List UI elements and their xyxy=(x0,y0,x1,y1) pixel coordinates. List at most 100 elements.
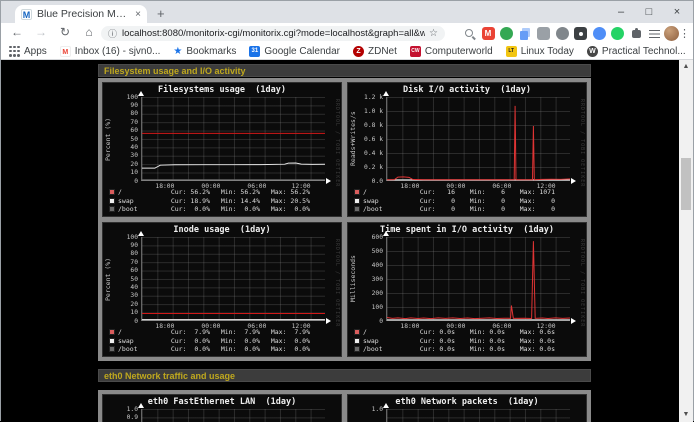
legend-cur: Cur: 0 xyxy=(405,205,455,213)
axis-right-arrow xyxy=(326,318,331,324)
site-info-icon[interactable]: ⓘ xyxy=(108,27,117,40)
bookmark-star-icon[interactable]: ☆ xyxy=(429,28,438,39)
legend-row: /Cur: 56.2%Min: 56.2%Max: 56.2% xyxy=(109,188,333,197)
scrollbar-up-arrow[interactable]: ▲ xyxy=(679,60,693,74)
y-tick: 50 xyxy=(103,136,138,143)
scrollbar[interactable]: ▲ ▼ xyxy=(679,60,693,422)
graph-disk-io-activity[interactable]: Disk I/O activity (1day)Reads+Writes/s1.… xyxy=(347,82,587,217)
apps-shortcut[interactable]: Apps xyxy=(9,46,47,57)
legend-swatch xyxy=(354,198,360,204)
legend-name: /boot xyxy=(363,345,405,353)
copy-pages-icon[interactable] xyxy=(519,27,532,40)
legend-swatch xyxy=(354,189,360,195)
y-tick: 60 xyxy=(103,267,138,274)
legend-cur: Cur: 0 xyxy=(405,197,455,205)
legend-max: Max: 0.0% xyxy=(260,205,310,213)
graph-legend: /Cur: 56.2%Min: 56.2%Max: 56.2%swapCur: … xyxy=(109,188,333,214)
bookmark-computerworld[interactable]: CW Computerworld xyxy=(410,46,493,57)
plot-area xyxy=(386,97,570,181)
browser-menu-icon[interactable]: ⋮ xyxy=(679,27,690,40)
y-tick: 1.0 xyxy=(103,406,138,413)
wordpress-icon: W xyxy=(587,46,598,57)
gmail-icon[interactable]: M xyxy=(482,27,495,40)
legend-max: Max: 7.9% xyxy=(260,328,310,336)
gmail-icon: M xyxy=(60,46,71,57)
green-sphere-icon[interactable] xyxy=(500,27,513,40)
back-button[interactable]: ← xyxy=(9,25,25,39)
axis-right-arrow xyxy=(326,178,331,184)
graph-eth0-packets[interactable]: eth0 Network packets (1day)Packets/s1.0 xyxy=(347,394,587,422)
legend-max: Max: 0.0% xyxy=(260,337,310,345)
browser-tab[interactable]: M Blue Precision Monitorix × xyxy=(15,5,147,23)
tune-icon[interactable] xyxy=(648,27,661,40)
legend-cur: Cur: 7.9% xyxy=(160,328,210,336)
star-icon: ★ xyxy=(173,46,182,57)
legend-row: /bootCur: 0.0%Min: 0.0%Max: 0.0% xyxy=(109,345,333,354)
axis-up-arrow xyxy=(138,403,144,408)
home-button[interactable]: ⌂ xyxy=(81,25,97,39)
legend-row: /Cur: 7.9%Min: 7.9%Max: 7.9% xyxy=(109,328,333,337)
eth0-graphs-grid: eth0 FastEthernet LAN (1day)bits/s1.00.9… xyxy=(98,390,591,422)
camera-icon[interactable] xyxy=(556,27,569,40)
gray-box-icon[interactable] xyxy=(537,27,550,40)
green-circle-icon[interactable] xyxy=(611,27,624,40)
reload-button[interactable]: ↻ xyxy=(57,25,73,39)
legend-swatch xyxy=(109,189,115,195)
blue-circle-icon[interactable] xyxy=(593,27,606,40)
bookmark-bookmarks[interactable]: ★ Bookmarks xyxy=(173,46,236,57)
tab-close-icon[interactable]: × xyxy=(135,9,141,20)
bookmark-google-calendar[interactable]: 31 Google Calendar xyxy=(249,46,340,57)
scrollbar-thumb[interactable] xyxy=(681,158,691,210)
graph-time-spent-io[interactable]: Time spent in I/O activity (1day)Millise… xyxy=(347,222,587,357)
legend-name: /boot xyxy=(118,205,160,213)
legend-cur: Cur: 0.0% xyxy=(160,205,210,213)
apps-grid-icon xyxy=(9,46,20,57)
series-lines xyxy=(387,97,570,180)
linux-today-icon: LT xyxy=(506,46,517,57)
y-tick: 100 xyxy=(103,234,138,241)
bookmark-zdnet[interactable]: Z ZDNet xyxy=(353,46,397,57)
legend-swatch xyxy=(109,346,115,352)
graph-legend: /Cur: 16Min: 6Max: 1071swapCur: 0Min: 0M… xyxy=(354,188,578,214)
legend-min: Min: 14.4% xyxy=(210,197,260,205)
y-tick: 70 xyxy=(103,119,138,126)
legend-row: swapCur: 0Min: 0Max: 0 xyxy=(354,197,578,206)
series-/ xyxy=(387,106,570,180)
legend-row: /Cur: 0.0sMin: 0.0sMax: 0.6s xyxy=(354,328,578,337)
window-close-button[interactable]: × xyxy=(671,6,683,18)
y-tick: 40 xyxy=(103,144,138,151)
legend-name: / xyxy=(118,188,160,196)
y-tick: 0.6 k xyxy=(348,136,383,143)
legend-row: /bootCur: 0Min: 0Max: 0 xyxy=(354,205,578,214)
address-bar[interactable]: ⓘ localhost:8080/monitorix-cgi/monitorix… xyxy=(101,26,445,41)
bookmark-inbox[interactable]: M Inbox (16) - sjvn0... xyxy=(60,46,161,57)
plot-area xyxy=(141,97,325,181)
rrdtool-watermark: RRDTOOL / TOBI OETIKER xyxy=(579,99,585,187)
rrdtool-watermark: RRDTOOL / TOBI OETIKER xyxy=(579,239,585,327)
graph-inode-usage[interactable]: Inode usage (1day)Percent (%)10090807060… xyxy=(102,222,342,357)
search-icon[interactable] xyxy=(463,27,476,40)
filesystem-graphs-grid: Filesystems usage (1day)Percent (%)10090… xyxy=(98,78,591,361)
puzzle-extensions-icon[interactable] xyxy=(630,27,643,40)
forward-button[interactable]: → xyxy=(33,25,49,39)
y-tick: 400 xyxy=(348,262,383,269)
legend-min: Min: 56.2% xyxy=(210,188,260,196)
new-tab-button[interactable]: + xyxy=(157,6,165,22)
legend-min: Min: 0.0s xyxy=(455,345,505,353)
browser-titlebar: M Blue Precision Monitorix × + – □ × xyxy=(1,1,693,23)
legend-name: swap xyxy=(363,197,405,205)
bookmark-practical-technology[interactable]: W Practical Technol... xyxy=(587,46,686,57)
bookmark-linux-today[interactable]: LT Linux Today xyxy=(506,46,574,57)
y-tick: 30 xyxy=(103,152,138,159)
profile-avatar[interactable] xyxy=(664,26,679,41)
legend-max: Max: 0.0s xyxy=(505,337,555,345)
scrollbar-down-arrow[interactable]: ▼ xyxy=(679,408,693,422)
legend-row: /bootCur: 0.0sMin: 0.0sMax: 0.0s xyxy=(354,345,578,354)
window-maximize-button[interactable]: □ xyxy=(643,6,655,18)
screenshot-icon[interactable] xyxy=(574,27,587,40)
window-minimize-button[interactable]: – xyxy=(615,6,627,18)
legend-max: Max: 0 xyxy=(505,197,555,205)
graph-filesystems-usage[interactable]: Filesystems usage (1day)Percent (%)10090… xyxy=(102,82,342,217)
graph-eth0-traffic[interactable]: eth0 FastEthernet LAN (1day)bits/s1.00.9 xyxy=(102,394,342,422)
y-tick: 90 xyxy=(103,102,138,109)
